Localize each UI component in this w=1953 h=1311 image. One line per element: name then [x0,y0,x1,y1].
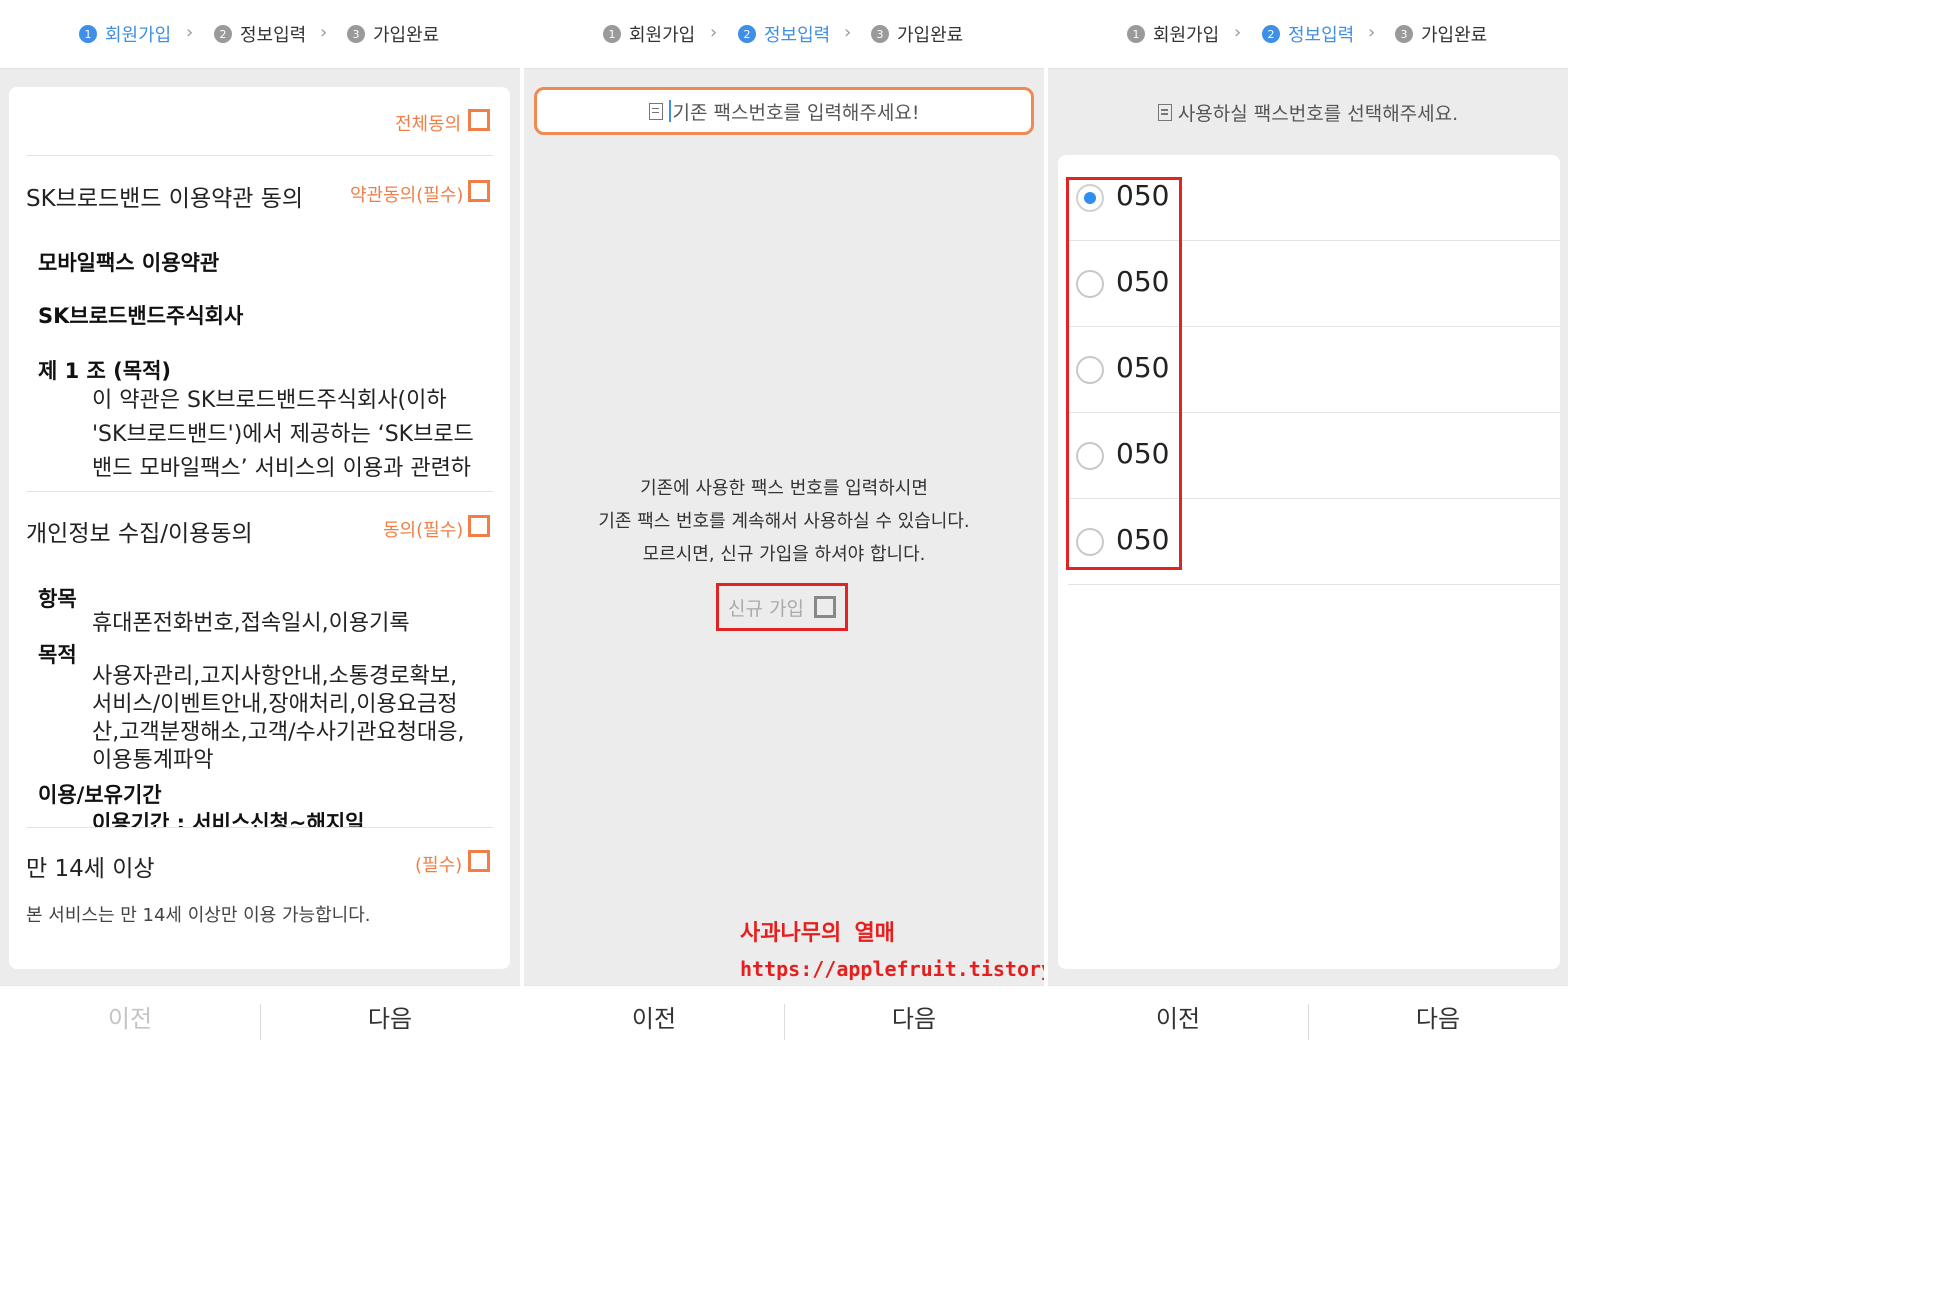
chevron-right-icon: › [1368,22,1376,43]
sk-terms-required: 약관동의(필수) [350,185,464,206]
step-info: 2 정보입력 [214,22,306,46]
step-info: 2 정보입력 [738,22,830,46]
terms-card: 전체동의 SK브로드밴드 이용약관 동의 약관동의(필수) 모바일팩스 이용약관… [9,87,510,969]
period-heading: 이용/보유기간 [38,783,162,807]
prev-button[interactable]: 이전 [524,986,784,1046]
sk-terms-scrollbox[interactable]: 모바일팩스 이용약관 SK브로드밴드주식회사 제 1 조 (목적) 이 약관은 … [26,227,493,491]
document-icon [1157,104,1172,121]
footer-nav: 이전 다음 [0,985,520,1046]
chevron-right-icon: › [186,22,194,43]
purpose-line: 사용자관리,고지사항안내,소통경로확보, [92,664,458,689]
step-complete: 3 가입완료 [871,22,963,46]
fax-number-input[interactable]: 기존 팩스번호를 입력해주세요! [534,87,1034,135]
info-line: 기존에 사용한 팩스 번호를 입력하시면 [640,478,928,499]
article-line: 이 약관은 SK브로드밴드주식회사(이하 [92,388,447,413]
step-indicator: 1 회원가입 › 2 정보입력 › 3 가입완료 [524,0,1044,69]
privacy-scrollbox[interactable]: 항목 휴대폰전화번호,접속일시,이용기록 목적 사용자관리,고지사항안내,소통경… [26,557,493,827]
privacy-title: 개인정보 수집/이용동의 [26,521,253,547]
age-title: 만 14세 이상 [26,856,155,882]
chevron-right-icon: › [320,22,328,43]
text-caret [668,100,671,122]
new-join-checkbox[interactable]: 신규 가입 [716,583,848,631]
age-note: 본 서비스는 만 14세 이상만 이용 가능합니다. [26,905,371,926]
privacy-required: 동의(필수) [383,520,464,541]
document-icon [648,102,663,120]
agree-all-label: 전체동의 [395,114,462,135]
content-area: 전체동의 SK브로드밴드 이용약관 동의 약관동의(필수) 모바일팩스 이용약관… [0,69,520,985]
select-prompt: 사용하실 팩스번호를 선택해주세요. [1048,99,1568,126]
divider [26,155,493,156]
article-title: 제 1 조 (목적) [38,359,172,383]
step-signup: 1 회원가입 [79,22,171,46]
purpose-line: 이용통계파악 [92,748,214,773]
age-checkbox[interactable] [468,850,490,872]
terms-title: 모바일팩스 이용약관 [38,251,220,275]
content-area: 기존 팩스번호를 입력해주세요! 기존에 사용한 팩스 번호를 입력하시면 기존… [524,69,1044,985]
sk-terms-checkbox[interactable] [468,180,490,202]
prev-button[interactable]: 이전 [1048,986,1308,1046]
fax-input-placeholder: 기존 팩스번호를 입력해주세요! [672,101,920,124]
prev-button[interactable]: 이전 [0,986,260,1046]
info-line: 기존 팩스 번호를 계속해서 사용하실 수 있습니다. [598,511,970,532]
highlight-box [1066,177,1182,570]
purpose-line: 산,고객분쟁해소,고객/수사기관요청대응, [92,720,465,745]
company-name: SK브로드밴드주식회사 [38,304,244,328]
article-line: 밴드 모바일팩스’ 서비스의 이용과 관련하 [92,456,472,481]
watermark-title: 사과나무의 열매 [740,921,895,946]
signup-step1-panel: 1 회원가입 › 2 정보입력 › 3 가입완료 전체동의 SK브로드밴드 이용약관 … [0,0,520,1046]
privacy-checkbox[interactable] [468,515,490,537]
chevron-right-icon: › [844,22,852,43]
step-complete: 3 가입완료 [347,22,439,46]
watermark-url: https://applefruit.tistory.com [740,957,1044,981]
chevron-right-icon: › [710,22,718,43]
agree-all-checkbox[interactable] [468,109,490,131]
divider [26,827,493,828]
step-signup: 1 회원가입 [1127,22,1219,46]
divider [26,491,493,492]
signup-step2-fax-input-panel: 1 회원가입 › 2 정보입력 › 3 가입완료 기존 팩스번호를 입력해주세요! 기… [524,0,1044,1046]
signup-step2-fax-select-panel: 1 회원가입 › 2 정보입력 › 3 가입완료 사용하실 팩스번호를 선택해주세요.… [1048,0,1568,1046]
checkbox-icon [813,596,836,618]
age-required: (필수) [415,855,463,876]
item-heading: 항목 [38,587,77,611]
next-button[interactable]: 다음 [1308,986,1568,1046]
info-line: 모르시면, 신규 가입을 하셔야 합니다. [642,544,926,565]
step-info: 2 정보입력 [1262,22,1354,46]
new-join-label: 신규 가입 [728,597,804,620]
step-indicator: 1 회원가입 › 2 정보입력 › 3 가입완료 [1048,0,1568,69]
next-button[interactable]: 다음 [784,986,1044,1046]
step-complete: 3 가입완료 [1395,22,1487,46]
sk-terms-title: SK브로드밴드 이용약관 동의 [26,186,304,212]
purpose-line: 서비스/이벤트안내,장애처리,이용요금정 [92,692,458,717]
period-value: 이용기간 : 서비스신청~해지일 [92,811,365,827]
next-button[interactable]: 다음 [260,986,520,1046]
purpose-heading: 목적 [38,643,77,667]
footer-nav: 이전 다음 [524,985,1044,1046]
step-indicator: 1 회원가입 › 2 정보입력 › 3 가입완료 [0,0,520,69]
step-signup: 1 회원가입 [603,22,695,46]
footer-nav: 이전 다음 [1048,985,1568,1046]
content-area: 사용하실 팩스번호를 선택해주세요. 050 050 050 050 050 [1048,69,1568,985]
item-value: 휴대폰전화번호,접속일시,이용기록 [92,611,410,636]
chevron-right-icon: › [1234,22,1242,43]
article-line: 'SK브로드밴드')에서 제공하는 ‘SK브로드 [92,422,474,447]
